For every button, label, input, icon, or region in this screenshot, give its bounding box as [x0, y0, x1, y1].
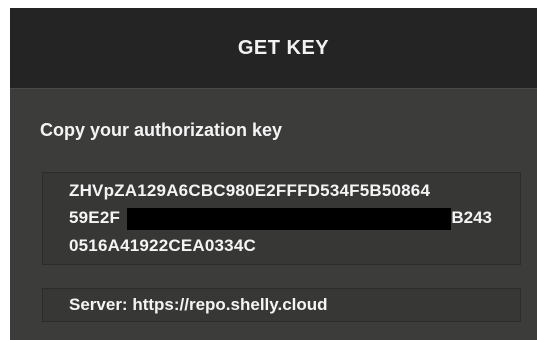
redaction-bar	[127, 208, 451, 230]
key-line-2-end: B243	[451, 208, 492, 227]
key-line-2-start: 59E2F	[69, 208, 121, 227]
panel-header: GET KEY	[10, 8, 537, 89]
server-url-text: Server: https://repo.shelly.cloud	[69, 295, 328, 314]
server-field[interactable]: Server: https://repo.shelly.cloud	[42, 288, 521, 322]
instruction-text: Copy your authorization key	[40, 120, 283, 140]
key-line-3: 0516A41922CEA0334C	[69, 236, 256, 255]
key-line-1: ZHVpZA129A6CBC980E2FFFD534F5B50864	[69, 181, 431, 200]
authorization-key-field[interactable]: ZHVpZA129A6CBC980E2FFFD534F5B50864 59E2F…	[42, 172, 521, 265]
panel-title: GET KEY	[237, 36, 330, 59]
get-key-panel: GET KEY Copy your authorization key ZHVp…	[10, 8, 537, 340]
